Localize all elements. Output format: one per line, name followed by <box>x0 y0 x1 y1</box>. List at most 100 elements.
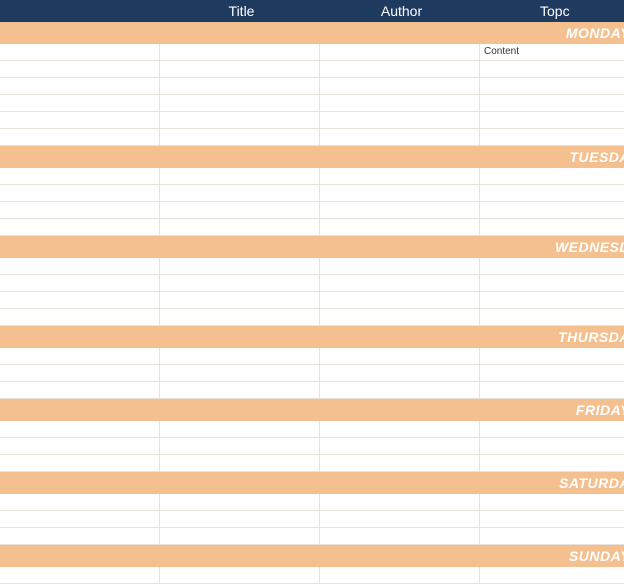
cell-title[interactable] <box>160 44 320 60</box>
cell-title[interactable] <box>160 438 320 454</box>
cell-blank[interactable] <box>0 348 160 364</box>
cell-author[interactable] <box>320 382 480 398</box>
table-row[interactable] <box>0 365 624 382</box>
cell-title[interactable] <box>160 129 320 145</box>
cell-topic[interactable] <box>480 202 624 218</box>
table-row[interactable] <box>0 292 624 309</box>
cell-topic[interactable] <box>480 78 624 94</box>
cell-title[interactable] <box>160 567 320 583</box>
cell-topic[interactable] <box>480 95 624 111</box>
table-row[interactable] <box>0 275 624 292</box>
cell-title[interactable] <box>160 275 320 291</box>
cell-topic[interactable] <box>480 61 624 77</box>
cell-author[interactable] <box>320 219 480 235</box>
cell-topic[interactable] <box>480 258 624 274</box>
cell-blank[interactable] <box>0 61 160 77</box>
table-row[interactable] <box>0 219 624 236</box>
table-row[interactable] <box>0 348 624 365</box>
cell-author[interactable] <box>320 365 480 381</box>
cell-topic[interactable] <box>480 185 624 201</box>
table-row[interactable] <box>0 528 624 545</box>
cell-author[interactable] <box>320 567 480 583</box>
table-row[interactable]: Content <box>0 44 624 61</box>
cell-blank[interactable] <box>0 292 160 308</box>
table-row[interactable] <box>0 129 624 146</box>
cell-author[interactable] <box>320 348 480 364</box>
cell-title[interactable] <box>160 112 320 128</box>
cell-author[interactable] <box>320 112 480 128</box>
cell-blank[interactable] <box>0 129 160 145</box>
cell-title[interactable] <box>160 202 320 218</box>
table-row[interactable] <box>0 421 624 438</box>
cell-blank[interactable] <box>0 44 160 60</box>
cell-author[interactable] <box>320 528 480 544</box>
cell-title[interactable] <box>160 61 320 77</box>
cell-topic[interactable] <box>480 365 624 381</box>
table-row[interactable] <box>0 455 624 472</box>
table-row[interactable] <box>0 95 624 112</box>
cell-blank[interactable] <box>0 438 160 454</box>
cell-title[interactable] <box>160 309 320 325</box>
cell-author[interactable] <box>320 494 480 510</box>
cell-blank[interactable] <box>0 185 160 201</box>
cell-author[interactable] <box>320 78 480 94</box>
table-row[interactable] <box>0 61 624 78</box>
cell-title[interactable] <box>160 168 320 184</box>
table-row[interactable] <box>0 382 624 399</box>
cell-author[interactable] <box>320 61 480 77</box>
cell-title[interactable] <box>160 455 320 471</box>
table-row[interactable] <box>0 309 624 326</box>
table-row[interactable] <box>0 112 624 129</box>
cell-title[interactable] <box>160 382 320 398</box>
cell-title[interactable] <box>160 528 320 544</box>
cell-title[interactable] <box>160 421 320 437</box>
cell-topic[interactable] <box>480 528 624 544</box>
table-row[interactable] <box>0 438 624 455</box>
cell-author[interactable] <box>320 44 480 60</box>
table-row[interactable] <box>0 185 624 202</box>
cell-title[interactable] <box>160 348 320 364</box>
cell-topic[interactable] <box>480 275 624 291</box>
table-row[interactable] <box>0 202 624 219</box>
cell-author[interactable] <box>320 455 480 471</box>
cell-topic[interactable] <box>480 129 624 145</box>
cell-author[interactable] <box>320 421 480 437</box>
cell-title[interactable] <box>160 494 320 510</box>
cell-topic[interactable] <box>480 292 624 308</box>
cell-title[interactable] <box>160 219 320 235</box>
cell-blank[interactable] <box>0 95 160 111</box>
cell-topic[interactable] <box>480 168 624 184</box>
cell-author[interactable] <box>320 202 480 218</box>
table-row[interactable] <box>0 78 624 95</box>
cell-topic[interactable] <box>480 455 624 471</box>
cell-author[interactable] <box>320 185 480 201</box>
cell-topic[interactable] <box>480 421 624 437</box>
cell-topic[interactable] <box>480 348 624 364</box>
cell-blank[interactable] <box>0 567 160 583</box>
table-row[interactable] <box>0 511 624 528</box>
cell-blank[interactable] <box>0 365 160 381</box>
cell-topic[interactable]: Content <box>480 44 624 60</box>
cell-blank[interactable] <box>0 455 160 471</box>
cell-topic[interactable] <box>480 309 624 325</box>
cell-topic[interactable] <box>480 219 624 235</box>
cell-blank[interactable] <box>0 421 160 437</box>
cell-author[interactable] <box>320 129 480 145</box>
cell-title[interactable] <box>160 78 320 94</box>
cell-title[interactable] <box>160 292 320 308</box>
cell-topic[interactable] <box>480 494 624 510</box>
cell-blank[interactable] <box>0 258 160 274</box>
table-row[interactable] <box>0 494 624 511</box>
cell-topic[interactable] <box>480 438 624 454</box>
cell-author[interactable] <box>320 511 480 527</box>
cell-author[interactable] <box>320 95 480 111</box>
cell-title[interactable] <box>160 95 320 111</box>
cell-blank[interactable] <box>0 202 160 218</box>
table-row[interactable] <box>0 168 624 185</box>
cell-blank[interactable] <box>0 511 160 527</box>
cell-title[interactable] <box>160 185 320 201</box>
cell-blank[interactable] <box>0 382 160 398</box>
table-row[interactable] <box>0 258 624 275</box>
cell-author[interactable] <box>320 292 480 308</box>
table-row[interactable] <box>0 567 624 584</box>
